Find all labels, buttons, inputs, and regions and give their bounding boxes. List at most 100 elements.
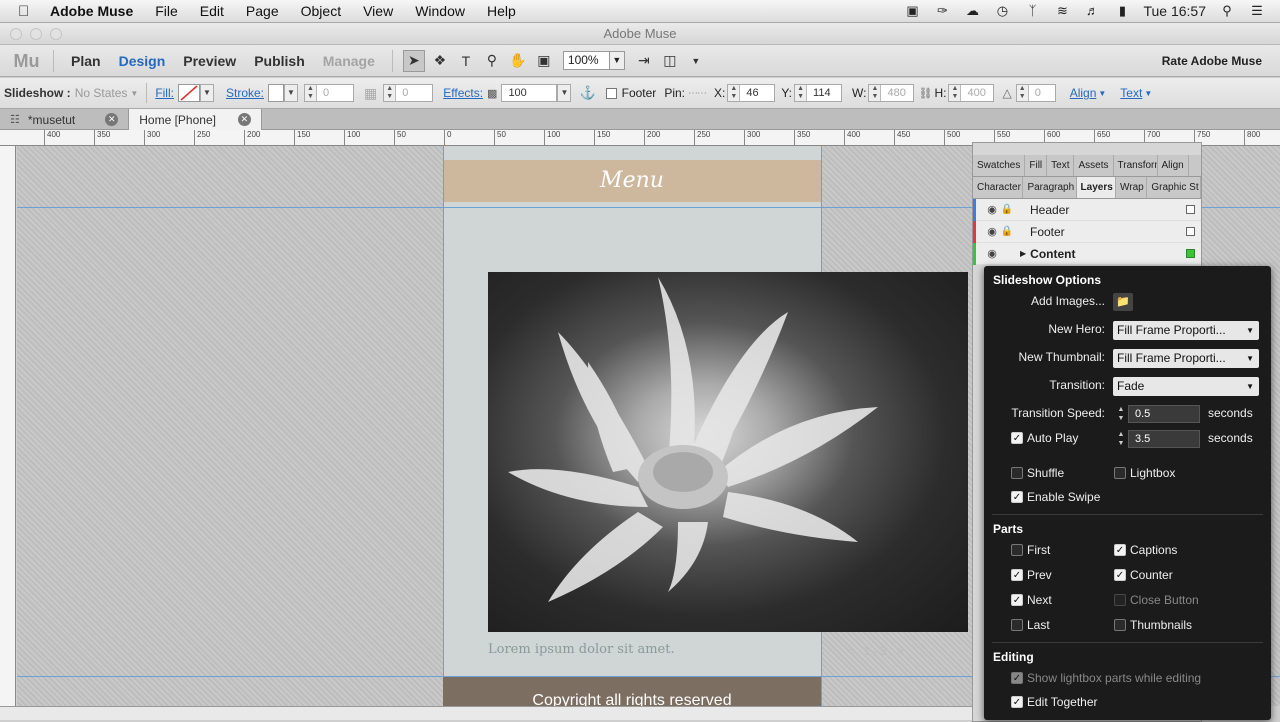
fill-link[interactable]: Fill: [155, 86, 174, 100]
layer-row-header[interactable]: ◉ 🔒 Header [973, 198, 1201, 221]
thumbnails-checkbox[interactable] [1114, 619, 1126, 631]
enable-swipe-checkbox[interactable]: ✓ [1011, 491, 1023, 503]
place-icon[interactable]: ⇥ [633, 50, 655, 72]
tab-layers[interactable]: Layers [1076, 177, 1116, 198]
eye-icon[interactable]: ◉ [984, 203, 1000, 216]
pin-grid-icon[interactable]: ⋯⋯ [688, 88, 707, 99]
counter-checkbox[interactable]: ✓ [1114, 569, 1126, 581]
menu-help[interactable]: Help [476, 3, 527, 19]
link-dimensions-icon[interactable]: ⛓ [918, 87, 932, 100]
text-chevron-icon[interactable]: ▼ [1144, 89, 1152, 98]
edit-together-checkbox[interactable]: ✓ [1011, 696, 1023, 708]
corner-radius-field[interactable]: ▲ ▼ 0 [383, 84, 434, 102]
battery-icon[interactable]: ▮ [1113, 4, 1131, 18]
zoom-tool-icon[interactable]: ⚲ [481, 50, 503, 72]
menu-object[interactable]: Object [290, 3, 352, 19]
text-link[interactable]: Text [1120, 86, 1142, 100]
lightbox-checkbox[interactable] [1114, 467, 1126, 479]
layer-select-box[interactable] [1186, 249, 1195, 258]
layer-select-box[interactable] [1186, 227, 1195, 236]
guide-line[interactable] [443, 146, 444, 706]
layer-row-footer[interactable]: ◉ 🔒 Footer [973, 220, 1201, 243]
close-tab-icon[interactable]: ✕ [237, 113, 251, 126]
stepper-icon[interactable]: ▲ ▼ [728, 85, 741, 101]
stepper-icon[interactable]: ▲ ▼ [1016, 85, 1029, 101]
horizontal-scrollbar[interactable] [0, 706, 975, 720]
autoplay-interval-field[interactable]: 3.5 [1128, 430, 1200, 448]
preview-button[interactable]: Preview [174, 53, 245, 69]
design-button[interactable]: Design [110, 53, 175, 69]
vertical-ruler[interactable] [0, 146, 16, 706]
new-hero-select[interactable]: Fill Frame Proporti... ▼ [1113, 321, 1259, 340]
eye-icon[interactable]: ◉ [984, 247, 1000, 260]
tab-swatches[interactable]: Swatches [973, 155, 1026, 176]
y-field[interactable]: ▲ ▼ 114 [794, 84, 843, 102]
spotlight-search-icon[interactable]: ⚲ [1218, 4, 1236, 18]
stepper-icon[interactable]: ▲ ▼ [384, 85, 397, 101]
menu-app-name[interactable]: Adobe Muse [38, 3, 144, 19]
effects-link[interactable]: Effects: [443, 86, 483, 100]
tab-graphic-styles[interactable]: Graphic St [1147, 177, 1201, 198]
autoplay-stepper-icon[interactable]: ▲ ▼ [1116, 430, 1126, 448]
tab-text[interactable]: Text [1047, 155, 1075, 176]
zoom-window-button[interactable] [50, 28, 62, 40]
pen-icon[interactable]: ✑ [933, 4, 951, 18]
close-button-checkbox[interactable] [1114, 594, 1126, 606]
camera-icon[interactable]: ▣ [903, 4, 921, 18]
clock[interactable]: Tue 16:57 [1143, 3, 1206, 19]
layer-select-box[interactable] [1186, 205, 1195, 214]
menu-file[interactable]: File [144, 3, 189, 19]
minimize-window-button[interactable] [30, 28, 42, 40]
notification-list-icon[interactable]: ☰ [1248, 4, 1266, 18]
transition-speed-field[interactable]: 0.5 [1128, 405, 1200, 423]
tab-align[interactable]: Align [1158, 155, 1189, 176]
selection-tool-icon[interactable]: ➤ [402, 49, 425, 72]
width-field[interactable]: ▲ ▼ 480 [868, 84, 915, 102]
slideshow-hero-image[interactable] [488, 272, 968, 632]
zoom-level-select[interactable]: 100% ▼ [562, 51, 625, 70]
footer-checkbox[interactable] [605, 87, 617, 99]
lock-icon[interactable]: 🔒 [1000, 204, 1014, 215]
crop-tool-icon[interactable]: ❖ [429, 50, 451, 72]
last-checkbox[interactable] [1011, 619, 1023, 631]
stroke-link[interactable]: Stroke: [226, 86, 264, 100]
apple-icon[interactable]:  [18, 3, 38, 20]
wifi-icon[interactable]: ≋ [1053, 4, 1071, 18]
bluetooth-icon[interactable]: ᛉ [1023, 4, 1041, 18]
tab-wrap[interactable]: Wrap [1116, 177, 1148, 198]
height-field[interactable]: ▲ ▼ 400 [948, 84, 995, 102]
close-window-button[interactable] [10, 28, 22, 40]
plan-button[interactable]: Plan [62, 53, 110, 69]
stepper-icon[interactable]: ▲ ▼ [869, 85, 882, 101]
folder-icon[interactable]: 📁 [1113, 293, 1133, 311]
page-footer[interactable]: Copyright all rights reserved [443, 677, 821, 706]
speed-stepper-icon[interactable]: ▲ ▼ [1116, 405, 1126, 423]
menu-window[interactable]: Window [404, 3, 476, 19]
autoplay-checkbox[interactable]: ✓ [1011, 432, 1023, 444]
show-lightbox-checkbox[interactable]: ✓ [1011, 672, 1023, 684]
align-chevron-icon[interactable]: ▼ [1098, 89, 1106, 98]
prev-checkbox[interactable]: ✓ [1011, 569, 1023, 581]
tab-transform[interactable]: Transform [1114, 155, 1158, 176]
tab-assets[interactable]: Assets [1074, 155, 1114, 176]
rate-adobe-muse-link[interactable]: Rate Adobe Muse [1162, 54, 1280, 68]
chevron-down-icon[interactable]: ▼ [608, 51, 625, 70]
new-thumbnail-select[interactable]: Fill Frame Proporti... ▼ [1113, 349, 1259, 368]
stroke-swatch[interactable] [268, 84, 284, 102]
menu-page[interactable]: Page [235, 3, 290, 19]
opacity-field[interactable]: 100 [501, 84, 558, 102]
dropdown-chevron-icon[interactable]: ▼ [685, 50, 707, 72]
states-select[interactable]: No States [75, 86, 128, 100]
menu-edit[interactable]: Edit [189, 3, 235, 19]
tab-fill[interactable]: Fill [1025, 155, 1048, 176]
slideshow-caption[interactable]: Lorem ipsum dolor sit amet. [488, 642, 675, 657]
tab-musetut[interactable]: ☷ *musetut ✕ [0, 109, 130, 130]
stepper-icon[interactable]: ▲ ▼ [305, 85, 317, 101]
cloud-icon[interactable]: ☁ [963, 4, 981, 18]
tab-character[interactable]: Character [973, 177, 1024, 198]
disclosure-triangle-icon[interactable]: ▶ [1020, 249, 1026, 258]
rotation-field[interactable]: ▲ ▼ 0 [1015, 84, 1056, 102]
stepper-icon[interactable]: ▲ ▼ [795, 85, 808, 101]
preview-page-icon[interactable]: ◫ [659, 50, 681, 72]
layer-row-content[interactable]: ◉ ▶ Content [973, 242, 1201, 265]
